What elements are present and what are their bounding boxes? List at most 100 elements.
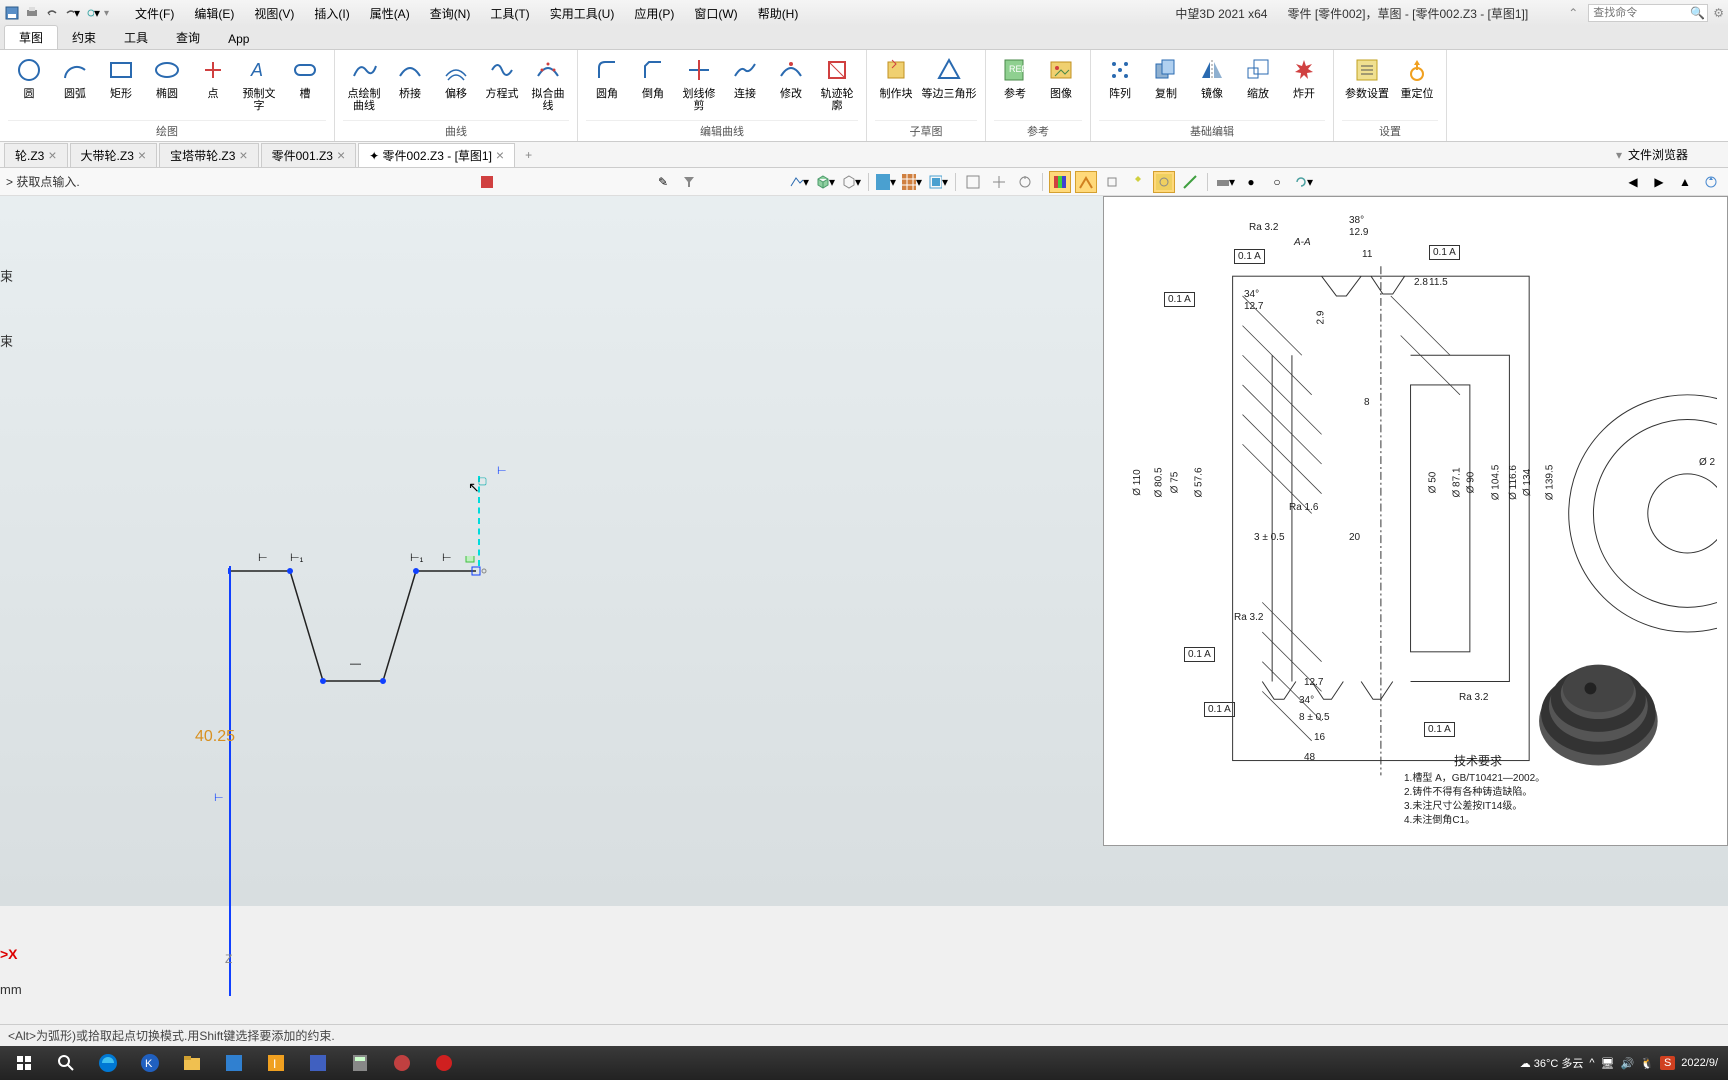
menu-file[interactable]: 文件(F) bbox=[129, 3, 180, 24]
taskbar-app4-icon[interactable] bbox=[298, 1048, 338, 1078]
menu-app[interactable]: 应用(P) bbox=[628, 3, 680, 24]
tool-arc[interactable]: 圆弧 bbox=[54, 52, 96, 100]
tool-trim[interactable]: 划线修剪 bbox=[678, 52, 720, 112]
taskbar-app2-icon[interactable] bbox=[214, 1048, 254, 1078]
tool-reposition[interactable]: 重定位 bbox=[1396, 52, 1438, 100]
blackdot-icon[interactable]: ● bbox=[1240, 171, 1262, 193]
taskbar-home-icon[interactable] bbox=[4, 1048, 44, 1078]
tool-spline[interactable]: 点绘制曲线 bbox=[343, 52, 385, 112]
tray-monitor-icon[interactable]: 🖥 bbox=[1601, 1057, 1615, 1070]
tool-trace[interactable]: 轨迹轮廓 bbox=[816, 52, 858, 112]
tool-modify[interactable]: 修改 bbox=[770, 52, 812, 100]
nav1-icon[interactable]: ◀ bbox=[1622, 171, 1644, 193]
view1-icon[interactable]: ▾ bbox=[788, 171, 810, 193]
tool-slot[interactable]: 槽 bbox=[284, 52, 326, 100]
gear-icon[interactable]: ⚙ bbox=[1713, 6, 1724, 20]
doc-tab-0[interactable]: 轮.Z3× bbox=[4, 143, 68, 167]
menu-view[interactable]: 视图(V) bbox=[248, 3, 300, 24]
close-icon[interactable]: × bbox=[48, 147, 56, 163]
snap6-icon[interactable] bbox=[1179, 171, 1201, 193]
tool-bridge[interactable]: 桥接 bbox=[389, 52, 431, 100]
doc-tab-1[interactable]: 大带轮.Z3× bbox=[70, 143, 158, 167]
reference-image[interactable]: A-A 38° 12.9 11 Ra 3.2 34° 12.7 2.8 11.5… bbox=[1103, 196, 1728, 846]
sketch-canvas[interactable]: 束 束 ↖▢ ⊢ ⊢₁ ⊢₁ ⊢ — 40.25 ⊢ ⊢ >X Z mm bbox=[0, 196, 760, 906]
taskbar-app5-icon[interactable] bbox=[382, 1048, 422, 1078]
menu-query[interactable]: 查询(N) bbox=[424, 3, 477, 24]
tab-app[interactable]: App bbox=[214, 29, 263, 49]
taskbar-app3-icon[interactable]: I bbox=[256, 1048, 296, 1078]
tab-sketch[interactable]: 草图 bbox=[4, 25, 58, 49]
collapse-up-icon[interactable]: ⌃ bbox=[1568, 6, 1578, 20]
tool-fit[interactable]: 拟合曲线 bbox=[527, 52, 569, 112]
accept-icon[interactable] bbox=[476, 171, 498, 193]
menu-insert[interactable]: 插入(I) bbox=[308, 3, 355, 24]
display-icon[interactable]: ▾ bbox=[1214, 171, 1236, 193]
doc-tab-4[interactable]: ✦ 零件002.Z3 - [草图1]× bbox=[358, 143, 515, 167]
dimension-text[interactable]: 40.25 bbox=[195, 728, 235, 746]
close-icon[interactable]: × bbox=[496, 147, 504, 163]
nav4-icon[interactable] bbox=[1700, 171, 1722, 193]
cursor-icon[interactable]: ▾ bbox=[84, 5, 100, 21]
menu-tools[interactable]: 工具(T) bbox=[484, 3, 535, 24]
tool-ellipse[interactable]: 椭圆 bbox=[146, 52, 188, 100]
whitedot-icon[interactable]: ○ bbox=[1266, 171, 1288, 193]
tray-chevron-icon[interactable]: ^ bbox=[1589, 1057, 1594, 1069]
tool-chamfer[interactable]: 倒角 bbox=[632, 52, 674, 100]
snap1-icon[interactable] bbox=[962, 171, 984, 193]
tool-explode[interactable]: 炸开 bbox=[1283, 52, 1325, 100]
taskbar-edge-icon[interactable] bbox=[88, 1048, 128, 1078]
edit-icon[interactable]: ✎ bbox=[652, 171, 674, 193]
menu-window[interactable]: 窗口(W) bbox=[688, 3, 743, 24]
wireframe-icon[interactable]: ▾ bbox=[840, 171, 862, 193]
refresh-icon[interactable]: ▾ bbox=[1292, 171, 1314, 193]
search-icon[interactable]: 🔍 bbox=[1690, 6, 1705, 20]
dropdown-icon[interactable]: ▾ bbox=[1616, 148, 1622, 162]
menu-help[interactable]: 帮助(H) bbox=[752, 3, 805, 24]
new-tab-icon[interactable]: + bbox=[517, 145, 540, 165]
print-icon[interactable] bbox=[24, 5, 40, 21]
tool-image[interactable]: 图像 bbox=[1040, 52, 1082, 100]
color-icon[interactable]: ▾ bbox=[875, 171, 897, 193]
tool-makeblock[interactable]: 制作块 bbox=[875, 52, 917, 100]
tool-fillet[interactable]: 圆角 bbox=[586, 52, 628, 100]
doc-tab-3[interactable]: 零件001.Z3× bbox=[261, 143, 357, 167]
menu-utility[interactable]: 实用工具(U) bbox=[544, 3, 621, 24]
tool-mirror[interactable]: 镜像 bbox=[1191, 52, 1233, 100]
cube-icon[interactable]: ▾ bbox=[814, 171, 836, 193]
save-icon[interactable] bbox=[4, 5, 20, 21]
nav3-icon[interactable]: ▲ bbox=[1674, 171, 1696, 193]
redo-icon[interactable]: ▾ bbox=[64, 5, 80, 21]
snap5-icon[interactable] bbox=[1127, 171, 1149, 193]
snap2-icon[interactable] bbox=[988, 171, 1010, 193]
taskbar-calc-icon[interactable] bbox=[340, 1048, 380, 1078]
snap4-icon[interactable] bbox=[1101, 171, 1123, 193]
menu-edit[interactable]: 编辑(E) bbox=[188, 3, 240, 24]
snap-active2-icon[interactable] bbox=[1075, 171, 1097, 193]
close-icon[interactable]: × bbox=[138, 147, 146, 163]
filter-icon[interactable] bbox=[678, 171, 700, 193]
tool-point[interactable]: 点 bbox=[192, 52, 234, 100]
weather-widget[interactable]: ☁ 36°C 多云 bbox=[1520, 1055, 1584, 1071]
tool-scale[interactable]: 缩放 bbox=[1237, 52, 1279, 100]
undo-icon[interactable] bbox=[44, 5, 60, 21]
qat-dropdown-icon[interactable]: ▾ bbox=[104, 8, 109, 19]
tool-reference[interactable]: REF参考 bbox=[994, 52, 1036, 100]
menu-attr[interactable]: 属性(A) bbox=[364, 3, 416, 24]
taskbar-search-icon[interactable] bbox=[46, 1048, 86, 1078]
tool-copy[interactable]: 复制 bbox=[1145, 52, 1187, 100]
tool-pattern[interactable]: 阵列 bbox=[1099, 52, 1141, 100]
tool-params[interactable]: 参数设置 bbox=[1342, 52, 1392, 100]
tool-text[interactable]: A预制文字 bbox=[238, 52, 280, 112]
tool-circle[interactable]: 圆 bbox=[8, 52, 50, 100]
tool-offset[interactable]: 偏移 bbox=[435, 52, 477, 100]
close-icon[interactable]: × bbox=[337, 147, 345, 163]
snap-active3-icon[interactable] bbox=[1153, 171, 1175, 193]
tool-connect[interactable]: 连接 bbox=[724, 52, 766, 100]
snap-active1-icon[interactable] bbox=[1049, 171, 1071, 193]
doc-tab-2[interactable]: 宝塔带轮.Z3× bbox=[159, 143, 259, 167]
tray-volume-icon[interactable]: 🔊 bbox=[1621, 1057, 1635, 1070]
tray-ime-icon[interactable]: S bbox=[1660, 1056, 1675, 1070]
tab-tools[interactable]: 工具 bbox=[110, 26, 162, 49]
snap3-icon[interactable] bbox=[1014, 171, 1036, 193]
nav2-icon[interactable]: ▶ bbox=[1648, 171, 1670, 193]
